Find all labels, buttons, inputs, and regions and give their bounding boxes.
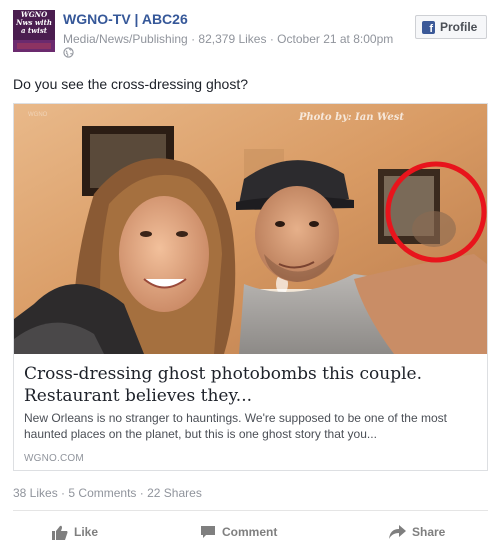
page-category: Media/News/Publishing <box>63 32 188 46</box>
facebook-post: WGNO Nws with a twist WGNO-TV | ABC26 Me… <box>0 0 499 551</box>
post-text: Do you see the cross-dressing ghost? <box>13 76 249 92</box>
comments-count[interactable]: 5 Comments <box>68 486 136 500</box>
share-label: Share <box>412 525 446 539</box>
link-preview-card[interactable]: WGNO Photo by: Ian West Cross-dressing g… <box>13 103 488 471</box>
post-stats: 38 Likes · 5 Comments · 22 Shares <box>13 486 202 500</box>
link-title[interactable]: Cross-dressing ghost photobombs this cou… <box>24 363 479 407</box>
thumbs-up-icon <box>52 525 68 540</box>
link-domain: WGNO.COM <box>24 453 84 464</box>
avatar-text: WGNO Nws with a twist <box>16 10 52 35</box>
divider <box>13 510 488 511</box>
share-arrow-icon <box>389 525 406 539</box>
speech-bubble-icon <box>201 526 215 538</box>
photo-credit: Photo by: Ian West <box>298 112 404 123</box>
page-name-link[interactable]: WGNO-TV | ABC26 <box>63 11 188 27</box>
post-meta: Media/News/Publishing · 82,379 Likes · O… <box>63 32 394 46</box>
globe-icon[interactable] <box>63 47 74 58</box>
image-watermark: WGNO <box>28 112 48 118</box>
link-description: New Orleans is no stranger to hauntings.… <box>24 411 447 441</box>
couple-selfie-photo <box>14 104 487 354</box>
shares-count[interactable]: 22 Shares <box>147 486 202 500</box>
link-image[interactable]: WGNO Photo by: Ian West <box>14 104 487 354</box>
like-button[interactable]: Like <box>52 521 98 543</box>
profile-button-label: Profile <box>440 20 478 34</box>
likes-count[interactable]: 38 Likes <box>13 486 58 500</box>
comment-label: Comment <box>222 525 278 539</box>
comment-button[interactable]: Comment <box>200 521 277 543</box>
post-timestamp[interactable]: October 21 at 8:00pm <box>277 32 393 46</box>
page-avatar[interactable]: WGNO Nws with a twist <box>13 10 55 52</box>
like-label: Like <box>74 525 99 539</box>
share-button[interactable]: Share <box>389 521 445 543</box>
page-likes[interactable]: 82,379 Likes <box>198 32 266 46</box>
facebook-icon: f <box>422 20 435 35</box>
profile-button[interactable]: f Profile <box>415 15 487 39</box>
